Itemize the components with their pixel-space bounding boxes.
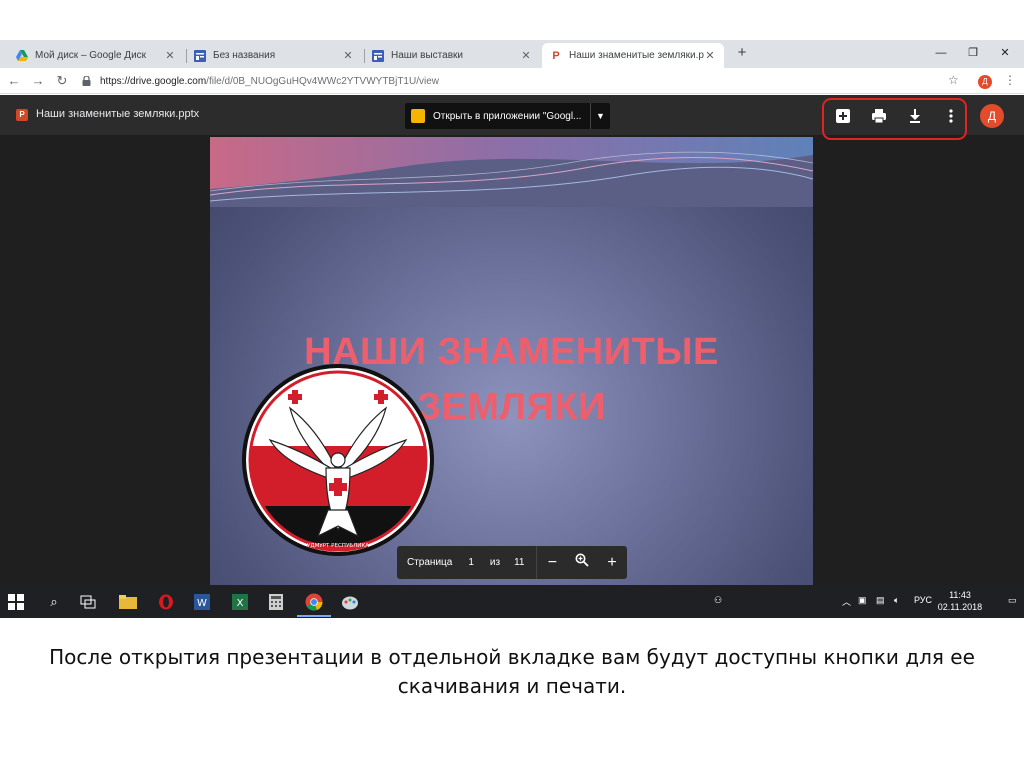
close-icon[interactable]: ✕ — [164, 49, 176, 62]
zoom-in-button[interactable]: + — [597, 554, 627, 572]
clock-time: 11:43 — [949, 590, 971, 600]
network-icon[interactable]: ▤ — [876, 595, 885, 606]
tab-title: Наши знаменитые земляки.pptx — [569, 50, 704, 61]
chrome-icon[interactable] — [304, 592, 324, 612]
tab-title: Мой диск – Google Диск — [35, 50, 147, 61]
search-icon[interactable]: ⌕ — [44, 592, 64, 612]
page-controls: Страница 1 из 11 − + — [397, 546, 627, 579]
reload-button[interactable]: ↻ — [54, 72, 70, 90]
drive-icon — [16, 50, 28, 62]
caption-line2: скачивания и печати. — [397, 674, 627, 698]
tab-exhibitions[interactable]: Наши выставки ✕ — [364, 43, 540, 68]
calculator-icon[interactable] — [266, 592, 286, 612]
print-button[interactable] — [870, 107, 888, 125]
volume-icon[interactable]: 🔈︎ — [894, 595, 899, 606]
instruction-caption: После открытия презентации в отдельной в… — [0, 643, 1024, 701]
tab-untitled[interactable]: Без названия ✕ — [186, 43, 362, 68]
browser-toolbar: ← → ↻ https://drive.google.com/file/d/0B… — [0, 68, 1024, 94]
new-tab-button[interactable]: + — [734, 45, 750, 61]
svg-text:W: W — [197, 598, 207, 609]
powerpoint-icon: P — [552, 49, 560, 62]
more-vert-icon — [949, 109, 953, 123]
form-icon — [194, 49, 206, 62]
powerpoint-icon: P — [16, 109, 28, 121]
people-icon[interactable]: ⚇ — [714, 595, 722, 606]
svg-text:X: X — [237, 598, 244, 609]
minimize-button[interactable]: — — [926, 44, 956, 62]
emblem-ribbon-text: УДМУРТ РЕСПУБЛИКА — [307, 543, 369, 549]
back-button[interactable]: ← — [6, 72, 22, 90]
download-icon — [910, 109, 920, 123]
browser-menu-icon[interactable]: ⋮ — [1004, 73, 1016, 87]
page-label: Страница — [407, 557, 453, 568]
account-avatar[interactable]: Д — [980, 104, 1004, 128]
caption-line1: После открытия презентации в отдельной в… — [49, 645, 975, 669]
windows-taskbar: ⌕ W X ⚇ ︿ ▣ ▤ 🔈︎ РУС 11:43 02.11.2018 ▭ — [0, 585, 1024, 618]
clock-date: 02.11.2018 — [937, 602, 983, 612]
page-total: 11 — [514, 557, 525, 568]
word-icon[interactable]: W — [192, 592, 212, 612]
viewer-header: P Наши знаменитые земляки.pptx Открыть в… — [0, 95, 1024, 140]
google-slides-icon — [411, 109, 425, 123]
tab-presentation[interactable]: P Наши знаменитые земляки.pptx ✕ — [542, 43, 724, 68]
restore-button[interactable]: ❐ — [958, 44, 988, 62]
page-of-label: из — [489, 557, 501, 568]
windows-start-icon[interactable] — [6, 592, 26, 612]
address-bar[interactable]: https://drive.google.com/file/d/0B_NUOgG… — [82, 71, 1002, 91]
tray-chevron-icon[interactable]: ︿ — [842, 595, 851, 608]
close-icon[interactable]: ✕ — [704, 49, 716, 62]
screenshot: Мой диск – Google Диск ✕ Без названия ✕ … — [0, 40, 1024, 618]
tab-my-drive[interactable]: Мой диск – Google Диск ✕ — [8, 43, 184, 68]
notifications-icon[interactable]: ▭ — [1008, 595, 1017, 606]
file-title: Наши знаменитые земляки.pptx — [36, 108, 200, 120]
forward-button[interactable]: → — [30, 72, 46, 90]
tab-title: Без названия — [213, 50, 276, 61]
tab-strip: Мой диск – Google Диск ✕ Без названия ✕ … — [0, 40, 1024, 68]
open-with-label: Открыть в приложении "Googl... — [433, 110, 582, 122]
close-icon[interactable]: ✕ — [342, 49, 354, 62]
tray-app-icon[interactable]: ▣ — [858, 595, 867, 606]
close-window-button[interactable]: ✕ — [990, 44, 1020, 62]
bookmark-star-icon[interactable]: ☆ — [948, 73, 959, 87]
slide-wave-decoration — [210, 137, 813, 207]
more-options-button[interactable] — [942, 107, 960, 125]
zoom-icon[interactable] — [567, 553, 597, 572]
add-to-drive-icon — [836, 109, 850, 123]
slide-preview: НАШИ ЗНАМЕНИТЫЕ ЗЕМЛЯКИ УДМУРТ РЕСПУБЛИК… — [210, 137, 813, 589]
download-button[interactable] — [906, 107, 924, 125]
add-to-drive-button[interactable] — [834, 107, 852, 125]
lock-icon — [82, 75, 92, 86]
open-with-button[interactable]: Открыть в приложении "Googl... ▼ — [405, 103, 610, 129]
system-clock[interactable]: 11:43 02.11.2018 — [930, 589, 990, 613]
task-view-icon[interactable] — [78, 592, 98, 612]
opera-icon[interactable] — [156, 592, 176, 612]
form-icon — [372, 49, 384, 62]
close-icon[interactable]: ✕ — [520, 49, 532, 62]
file-explorer-icon[interactable] — [118, 592, 138, 612]
print-icon — [872, 109, 886, 124]
zoom-out-button[interactable]: − — [537, 554, 567, 572]
profile-avatar[interactable]: Д — [978, 75, 992, 89]
file-viewer: P Наши знаменитые земляки.pptx Открыть в… — [0, 95, 1024, 589]
excel-icon[interactable]: X — [230, 592, 250, 612]
url-path: /file/d/0B_NUOgGuHQv4WWc2YTVWYTBjT1U/vie… — [206, 75, 439, 87]
chevron-down-icon[interactable]: ▼ — [590, 103, 610, 129]
url-host: https://drive.google.com — [100, 75, 207, 87]
page-current[interactable]: 1 — [468, 557, 474, 568]
coat-of-arms-emblem: УДМУРТ РЕСПУБЛИКА — [242, 364, 434, 556]
paint-icon[interactable] — [340, 592, 360, 612]
tab-title: Наши выставки — [391, 50, 463, 61]
